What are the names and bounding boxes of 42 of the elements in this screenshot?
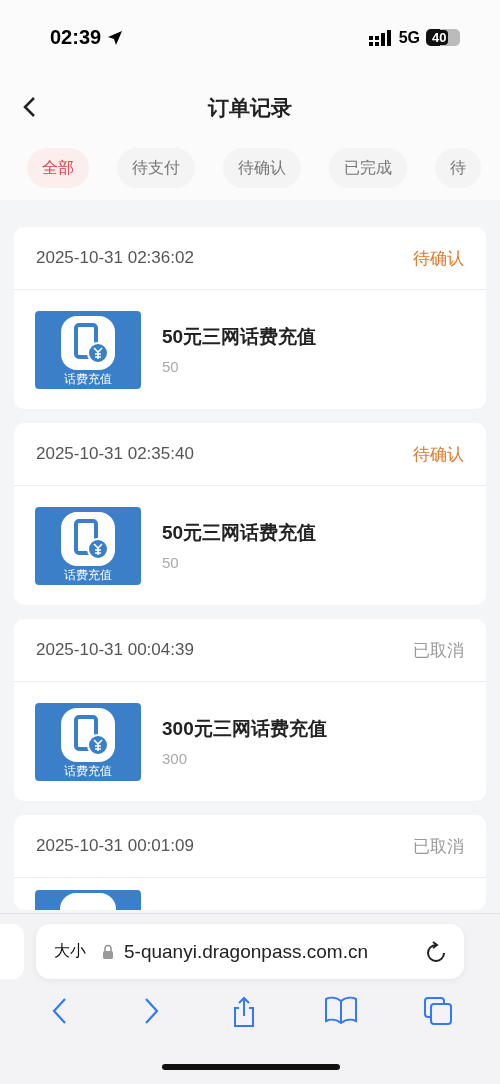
phone-yen-icon bbox=[60, 510, 116, 567]
order-time: 2025-10-31 02:36:02 bbox=[36, 248, 194, 268]
product-name: 300元三网话费充值 bbox=[162, 717, 327, 741]
lock-icon bbox=[102, 944, 114, 959]
network-label: 5G bbox=[398, 28, 420, 47]
filter-tab[interactable]: 待确认 bbox=[223, 148, 301, 188]
product-name: 50元三网话费充值 bbox=[162, 325, 317, 349]
url-text: 5-quanyi.dragonpass.com.cn bbox=[124, 940, 369, 963]
text-size-button[interactable]: 大小 bbox=[54, 941, 86, 962]
filter-tab[interactable]: 已完成 bbox=[329, 148, 407, 188]
thumbnail-label: 话费充值 bbox=[64, 763, 112, 778]
book-icon[interactable] bbox=[323, 996, 358, 1024]
order-status: 已取消 bbox=[413, 639, 464, 662]
filter-tab[interactable]: 全部 bbox=[27, 148, 89, 188]
tabs-icon[interactable] bbox=[423, 996, 454, 1026]
thumbnail-label: 话费充值 bbox=[64, 371, 112, 386]
order-time: 2025-10-31 02:35:40 bbox=[36, 444, 194, 464]
order-card[interactable]: 2025-10-31 00:04:39 已取消 话费充值 300元三网话费充值 300 bbox=[14, 619, 486, 801]
filter-tab[interactable]: 待 bbox=[435, 148, 481, 188]
battery-indicator: 40 bbox=[426, 29, 460, 46]
order-status: 已取消 bbox=[413, 835, 464, 858]
order-time: 2025-10-31 00:01:09 bbox=[36, 836, 194, 856]
clock-time: 02:39 bbox=[50, 26, 102, 49]
signal-icon bbox=[368, 29, 393, 46]
product-amount: 300 bbox=[162, 750, 189, 767]
address-bar[interactable]: 大小 5-quanyi.dragonpass.com.cn bbox=[36, 924, 464, 979]
phone-yen-icon bbox=[60, 314, 116, 371]
phone-yen-icon bbox=[60, 706, 116, 763]
page-title: 订单记录 bbox=[208, 94, 292, 121]
order-status: 待确认 bbox=[413, 443, 464, 466]
product-name: 50元三网话费充值 bbox=[162, 521, 317, 545]
reload-icon[interactable] bbox=[426, 940, 446, 963]
thumbnail-label: 话费充值 bbox=[64, 567, 112, 582]
product-amount: 50 bbox=[162, 554, 180, 571]
order-card[interactable]: 2025-10-31 02:35:40 待确认 话费充值 50元三网话费充值 50 bbox=[14, 423, 486, 605]
order-card[interactable]: 2025-10-31 00:01:09 已取消 bbox=[14, 815, 486, 910]
filter-tab[interactable]: 待支付 bbox=[117, 148, 195, 188]
product-amount: 50 bbox=[162, 358, 180, 375]
order-card[interactable]: 2025-10-31 02:36:02 待确认 话费充值 50元三网话费充值 50 bbox=[14, 227, 486, 409]
order-status: 待确认 bbox=[413, 247, 464, 270]
location-arrow-icon bbox=[107, 29, 124, 46]
order-time: 2025-10-31 00:04:39 bbox=[36, 640, 194, 660]
